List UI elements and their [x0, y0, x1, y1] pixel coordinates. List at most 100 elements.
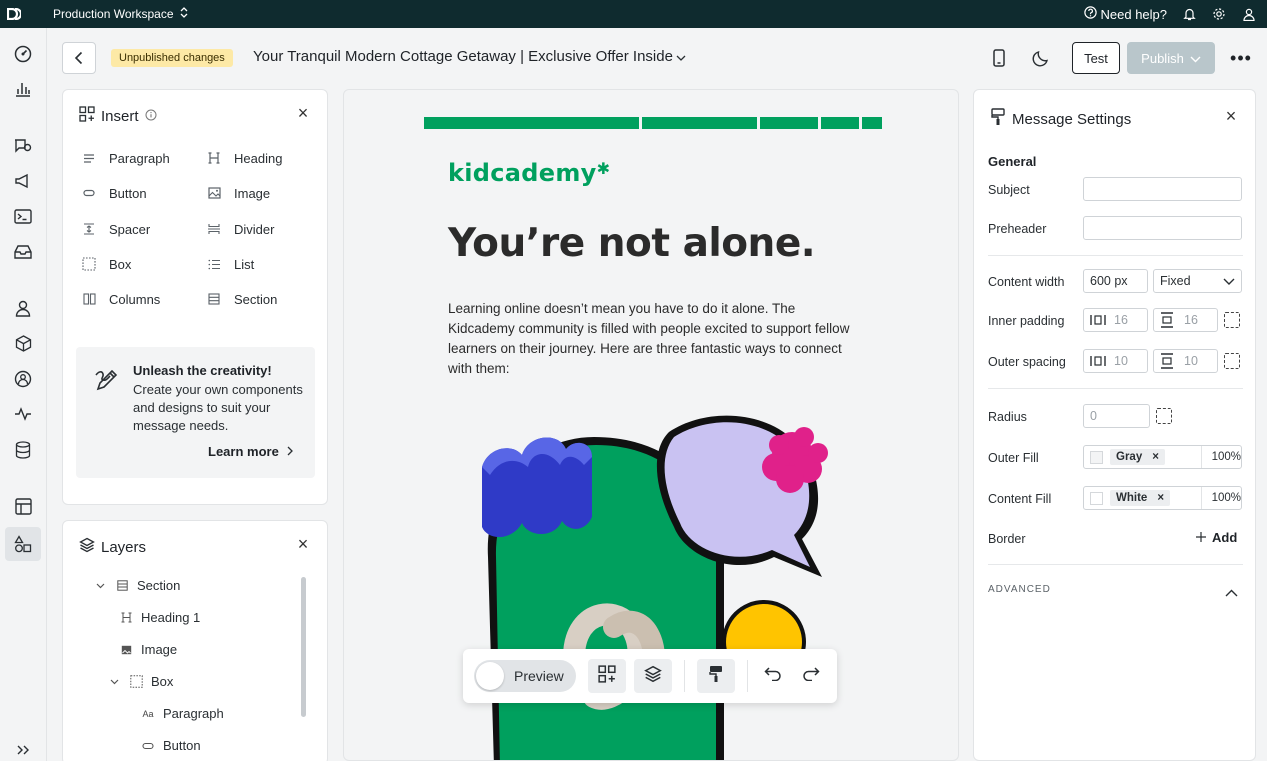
layer-section[interactable]: Section	[93, 578, 180, 593]
box-icon	[79, 254, 99, 274]
close-layers-icon[interactable]: ×	[295, 535, 311, 553]
redo-icon	[802, 666, 820, 686]
activity-pulse-icon[interactable]	[12, 403, 34, 425]
analytics-chart-icon[interactable]	[12, 78, 34, 100]
chevron-up-icon[interactable]	[1225, 584, 1238, 602]
insert-columns[interactable]: Columns	[79, 289, 160, 309]
preview-toggle[interactable]: Preview	[474, 660, 576, 692]
outer-spacing-vertical-input[interactable]: 10	[1153, 349, 1218, 373]
layers-scrollbar[interactable]	[301, 577, 306, 717]
layer-paragraph[interactable]: Aa Paragraph	[141, 706, 223, 721]
campaigns-icon[interactable]	[12, 134, 34, 156]
remove-x-icon[interactable]: ×	[1157, 492, 1164, 504]
dashboard-gauge-icon[interactable]	[12, 43, 34, 65]
test-button[interactable]: Test	[1072, 42, 1120, 74]
insert-button[interactable]: Button	[79, 183, 147, 203]
layer-image[interactable]: Image	[119, 642, 177, 657]
people-user-icon[interactable]	[12, 297, 34, 319]
mobile-preview-icon[interactable]	[988, 47, 1010, 69]
content-width-input[interactable]: 600 px	[1083, 269, 1148, 293]
megaphone-icon[interactable]	[12, 170, 34, 192]
email-headline[interactable]: You’re not alone.	[448, 221, 816, 266]
insert-panel: Insert × Paragraph Heading Button Image …	[62, 89, 328, 505]
terminal-icon[interactable]	[12, 205, 34, 227]
chevron-down-icon[interactable]	[93, 579, 107, 593]
remove-x-icon[interactable]: ×	[1152, 451, 1159, 463]
app-logo-icon[interactable]	[0, 0, 28, 28]
insert-heading[interactable]: Heading	[204, 148, 282, 168]
chevron-down-icon[interactable]	[107, 675, 121, 689]
learn-more-link[interactable]: Learn more	[208, 444, 293, 459]
chevron-down-icon	[1190, 51, 1201, 66]
content-fill-swatch[interactable]	[1090, 491, 1103, 505]
content-components-icon[interactable]	[5, 527, 41, 561]
insert-image[interactable]: Image	[204, 183, 270, 203]
objects-cube-icon[interactable]	[12, 332, 34, 354]
outer-fill-opacity[interactable]: 100%	[1200, 446, 1241, 468]
insert-section[interactable]: Section	[204, 289, 277, 309]
individual-sides-icon[interactable]	[1224, 312, 1240, 328]
radius-input[interactable]: 0	[1083, 404, 1150, 428]
bell-icon[interactable]	[1181, 6, 1197, 22]
message-title-dropdown[interactable]: Your Tranquil Modern Cottage Getaway | E…	[253, 48, 686, 65]
preheader-input[interactable]	[1083, 216, 1242, 240]
insert-paragraph[interactable]: Paragraph	[79, 148, 170, 168]
outer-spacing-horizontal-input[interactable]: 10	[1083, 349, 1148, 373]
insert-toggle-button[interactable]	[588, 659, 626, 693]
segments-icon[interactable]	[12, 368, 34, 390]
toolbar-separator	[684, 660, 685, 692]
insert-spacer[interactable]: Spacer	[79, 219, 150, 239]
insert-item-label: Button	[109, 185, 147, 201]
undo-button[interactable]	[754, 659, 792, 693]
toolbar-separator	[747, 660, 748, 692]
help-label: Need help?	[1100, 6, 1168, 22]
layer-heading[interactable]: Heading 1	[119, 610, 200, 625]
email-body-paragraph[interactable]: Learning online doesn’t mean you have to…	[448, 299, 858, 379]
button-icon	[141, 739, 155, 753]
outer-fill-swatch[interactable]	[1090, 450, 1103, 464]
user-icon[interactable]	[1241, 6, 1257, 22]
database-icon[interactable]	[12, 439, 34, 461]
insert-list[interactable]: List	[204, 254, 254, 274]
promo-description: Create your own components and designs t…	[133, 382, 303, 433]
inner-padding-h-value: 16	[1114, 313, 1128, 327]
community-illustration[interactable]	[424, 407, 882, 761]
subject-input[interactable]	[1083, 177, 1242, 201]
chevron-down-icon	[676, 48, 686, 65]
publish-button[interactable]: Publish	[1127, 42, 1215, 74]
insert-grid-icon	[598, 664, 616, 688]
redo-button[interactable]	[792, 659, 830, 693]
inbox-icon[interactable]	[12, 241, 34, 263]
add-border-button[interactable]: Add	[1196, 530, 1237, 545]
layers-toggle-button[interactable]	[634, 659, 672, 693]
layer-button[interactable]: Button	[141, 738, 201, 753]
insert-divider[interactable]: Divider	[204, 219, 274, 239]
heading-icon	[119, 611, 133, 625]
layout-icon[interactable]	[12, 495, 34, 517]
individual-corners-icon[interactable]	[1156, 408, 1172, 424]
more-options-icon[interactable]: •••	[1229, 48, 1253, 69]
vertical-padding-icon	[1160, 312, 1178, 328]
close-insert-icon[interactable]: ×	[295, 104, 311, 122]
inner-padding-horizontal-input[interactable]: 16	[1083, 308, 1148, 332]
content-fill-opacity[interactable]: 100%	[1200, 487, 1241, 509]
inner-padding-vertical-input[interactable]: 16	[1153, 308, 1218, 332]
insert-box[interactable]: Box	[79, 254, 131, 274]
content-fill-label: Content Fill	[988, 492, 1052, 506]
individual-sides-icon[interactable]	[1224, 353, 1240, 369]
style-settings-button[interactable]	[697, 659, 735, 693]
back-button[interactable]	[62, 42, 96, 74]
email-canvas[interactable]: kidcademy✱ You’re not alone. Learning on…	[343, 89, 959, 761]
content-width-mode-select[interactable]: Fixed	[1153, 269, 1242, 293]
content-fill-picker[interactable]: White × 100%	[1083, 486, 1242, 510]
outer-fill-picker[interactable]: Gray × 100%	[1083, 445, 1242, 469]
info-icon[interactable]	[145, 108, 157, 125]
close-settings-icon[interactable]: ×	[1223, 107, 1239, 125]
workspace-switcher[interactable]: Production Workspace	[53, 7, 188, 21]
layer-box[interactable]: Box	[107, 674, 173, 689]
dark-mode-moon-icon[interactable]	[1030, 47, 1052, 69]
advanced-section-label[interactable]: ADVANCED	[988, 584, 1051, 595]
gear-icon[interactable]	[1211, 6, 1227, 22]
expand-rail-icon[interactable]	[12, 739, 34, 761]
help-link[interactable]: Need help?	[1083, 6, 1168, 22]
